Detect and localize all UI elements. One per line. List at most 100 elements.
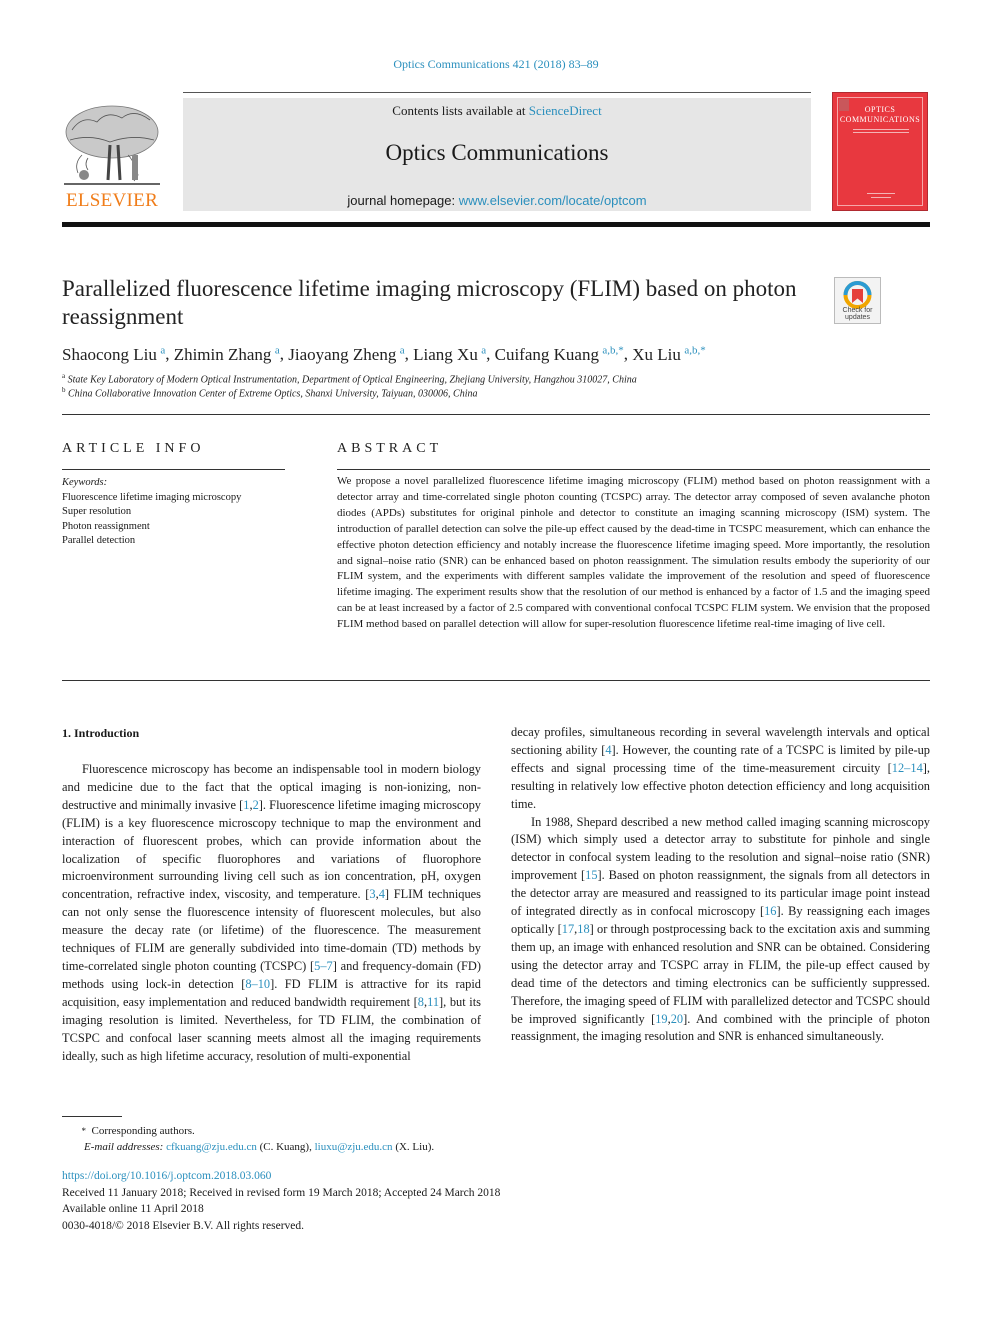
reference-link[interactable]: 8 — [418, 995, 424, 1009]
author-affiliation-sup[interactable]: a — [275, 344, 280, 356]
reference-link[interactable]: 18 — [577, 922, 589, 936]
reference-link[interactable]: 4 — [379, 887, 385, 901]
reference-link[interactable]: 4 — [605, 743, 611, 757]
affiliation-text: China Collaborative Innovation Center of… — [68, 388, 478, 400]
elsevier-logo[interactable]: ELSEVIER — [62, 100, 162, 212]
author-name: Liang Xu — [413, 344, 478, 364]
sciencedirect-link[interactable]: ScienceDirect — [529, 103, 602, 118]
elsevier-wordmark: ELSEVIER — [65, 190, 159, 211]
body-column-right: decay profiles, simultaneous recording i… — [511, 724, 930, 1046]
footnotes: * Corresponding authors. E-mail addresse… — [62, 1123, 662, 1155]
introduction-heading: 1. Introduction — [62, 726, 140, 740]
keyword: Parallel detection — [62, 535, 136, 546]
footnote-star: * — [81, 1126, 87, 1136]
affiliation-key: b — [62, 386, 66, 394]
reference-link[interactable]: 16 — [764, 904, 776, 918]
affiliation-key: a — [62, 372, 66, 380]
doi-link[interactable]: https://doi.org/10.1016/j.optcom.2018.03… — [62, 1168, 662, 1185]
available-online: Available online 11 April 2018 — [62, 1203, 204, 1215]
reference-link[interactable]: 17 — [562, 922, 574, 936]
header-divider — [183, 92, 811, 93]
cover-text-line — [867, 193, 895, 194]
elsevier-tree-icon — [64, 105, 160, 185]
cover-text-line — [853, 132, 909, 133]
abstract-heading: ABSTRACT — [337, 441, 443, 456]
reference-link[interactable]: 5–7 — [314, 959, 333, 973]
publication-info: https://doi.org/10.1016/j.optcom.2018.03… — [62, 1168, 662, 1234]
author-name: Shaocong Liu — [62, 344, 157, 364]
author-name: Zhimin Zhang — [173, 344, 272, 364]
cover-text-line — [871, 197, 891, 198]
reference-link[interactable]: 2 — [253, 798, 259, 812]
author[interactable]: Liang Xu a — [413, 344, 486, 364]
article-title: Parallelized fluorescence lifetime imagi… — [62, 276, 797, 329]
affiliation: b China Collaborative Innovation Center … — [62, 386, 478, 399]
contents-prefix: Contents lists available at — [392, 103, 529, 118]
article-info-divider — [62, 469, 285, 470]
reference-link[interactable]: 11 — [427, 995, 439, 1009]
author-affiliation-sup[interactable]: a — [160, 344, 165, 356]
copyright: 0030-4018/© 2018 Elsevier B.V. All right… — [62, 1219, 305, 1232]
cover-title-line2: COMMUNICATIONS — [839, 115, 921, 124]
publication-history: Received 11 January 2018; Received in re… — [62, 1186, 501, 1199]
body-paragraph: decay profiles, simultaneous recording i… — [511, 725, 930, 811]
author-name: Cuifang Kuang — [494, 344, 599, 364]
crossmark-label-line1: Check for — [842, 307, 873, 314]
cover-text-line — [853, 129, 909, 130]
section-divider — [62, 414, 930, 415]
crossmark-label: Check for updates — [835, 307, 880, 321]
email-owner: (X. Liu). — [395, 1141, 435, 1153]
author[interactable]: Cuifang Kuang a,b,* — [494, 344, 624, 364]
keyword: Photon reassignment — [62, 520, 150, 532]
abstract-divider — [337, 469, 930, 470]
homepage-line: journal homepage: www.elsevier.com/locat… — [183, 193, 811, 208]
keyword: Super resolution — [62, 506, 132, 517]
body-column-left: Fluorescence microscopy has become an in… — [62, 761, 481, 1065]
section-divider — [62, 680, 930, 681]
author-name: Xu Liu — [632, 344, 681, 364]
affiliation-text: State Key Laboratory of Modern Optical I… — [67, 374, 637, 386]
reference-link[interactable]: 19 — [655, 1012, 667, 1026]
author-affiliation-sup[interactable]: a,b,* — [602, 344, 623, 356]
reference-link[interactable]: 1 — [243, 798, 249, 812]
author-affiliation-sup[interactable]: a,b,* — [684, 344, 705, 356]
journal-citation-link[interactable]: Optics Communications 421 (2018) 83–89 — [0, 57, 992, 72]
header-thick-divider — [62, 222, 930, 227]
journal-name: Optics Communications — [385, 140, 609, 165]
email-note: E-mail addresses: cfkuang@zju.edu.cn (C.… — [84, 1141, 435, 1153]
author[interactable]: Zhimin Zhang a — [173, 344, 280, 364]
author[interactable]: Xu Liu a,b,* — [632, 344, 705, 364]
email-link[interactable]: cfkuang@zju.edu.cn — [166, 1141, 257, 1153]
email-link[interactable]: liuxu@zju.edu.cn — [315, 1141, 393, 1153]
cover-publisher-mark-icon — [839, 99, 849, 111]
author-list: Shaocong Liu a, Zhimin Zhang a, Jiaoyang… — [62, 344, 706, 364]
keywords-block: Keywords: Fluorescence lifetime imaging … — [62, 476, 292, 549]
email-owner: (C. Kuang) — [259, 1141, 310, 1153]
reference-link[interactable]: 15 — [585, 868, 597, 882]
crossmark-label-line2: updates — [845, 314, 870, 321]
author-affiliation-sup[interactable]: a — [400, 344, 405, 356]
corresponding-note: * Corresponding authors. — [62, 1123, 662, 1139]
contents-line: Contents lists available at ScienceDirec… — [183, 103, 811, 119]
keywords-label: Keywords: — [62, 477, 108, 488]
email-label: E-mail addresses: — [84, 1141, 164, 1153]
homepage-prefix: journal homepage: — [347, 193, 459, 208]
journal-homepage-link[interactable]: www.elsevier.com/locate/optcom — [459, 193, 647, 208]
footnote-divider — [62, 1116, 122, 1117]
keyword: Fluorescence lifetime imaging microscopy — [62, 491, 242, 503]
author-name: Jiaoyang Zheng — [288, 344, 397, 364]
journal-cover-thumbnail[interactable]: OPTICS COMMUNICATIONS — [832, 92, 928, 211]
author-affiliation-sup[interactable]: a — [481, 344, 486, 356]
affiliation: a State Key Laboratory of Modern Optical… — [62, 372, 637, 385]
body-paragraph: Fluorescence microscopy has become an in… — [62, 762, 482, 1063]
author[interactable]: Shaocong Liu a — [62, 344, 165, 364]
author[interactable]: Jiaoyang Zheng a — [288, 344, 405, 364]
reference-link[interactable]: 3 — [369, 887, 375, 901]
reference-link[interactable]: 8–10 — [245, 977, 270, 991]
corresponding-text: Corresponding authors. — [91, 1125, 195, 1137]
article-info-heading: ARTICLE INFO — [62, 441, 205, 456]
reference-link[interactable]: 12–14 — [892, 761, 923, 775]
abstract-text: We propose a novel parallelized fluoresc… — [337, 475, 930, 631]
reference-link[interactable]: 20 — [671, 1012, 683, 1026]
check-for-updates-button[interactable]: Check for updates — [834, 277, 881, 324]
